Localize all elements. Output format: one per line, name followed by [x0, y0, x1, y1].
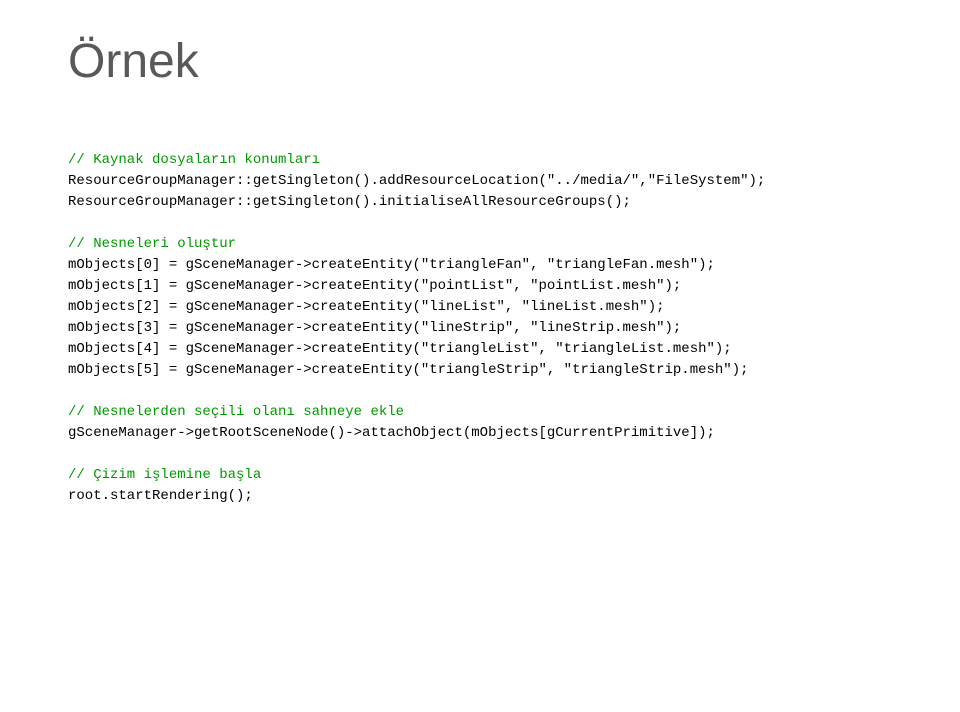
slide: Örnek // Kaynak dosyaların konumları Res…	[0, 0, 960, 712]
code-comment: // Kaynak dosyaların konumları	[68, 152, 320, 168]
code-comment: // Nesneleri oluştur	[68, 236, 236, 252]
code-comment: // Nesnelerden seçili olanı sahneye ekle	[68, 404, 404, 420]
code-line: mObjects[5] = gSceneManager->createEntit…	[68, 362, 749, 378]
code-line: mObjects[0] = gSceneManager->createEntit…	[68, 257, 715, 273]
code-block: // Kaynak dosyaların konumları ResourceG…	[68, 150, 892, 507]
code-line: mObjects[3] = gSceneManager->createEntit…	[68, 320, 681, 336]
code-line: root.startRendering();	[68, 488, 253, 504]
slide-title: Örnek	[68, 34, 199, 89]
code-line: mObjects[2] = gSceneManager->createEntit…	[68, 299, 665, 315]
code-line: mObjects[1] = gSceneManager->createEntit…	[68, 278, 681, 294]
code-line: gSceneManager->getRootSceneNode()->attac…	[68, 425, 715, 441]
code-line: ResourceGroupManager::getSingleton().add…	[68, 173, 765, 189]
code-line: mObjects[4] = gSceneManager->createEntit…	[68, 341, 732, 357]
code-comment: // Çizim işlemine başla	[68, 467, 261, 483]
code-line: ResourceGroupManager::getSingleton().ini…	[68, 194, 631, 210]
